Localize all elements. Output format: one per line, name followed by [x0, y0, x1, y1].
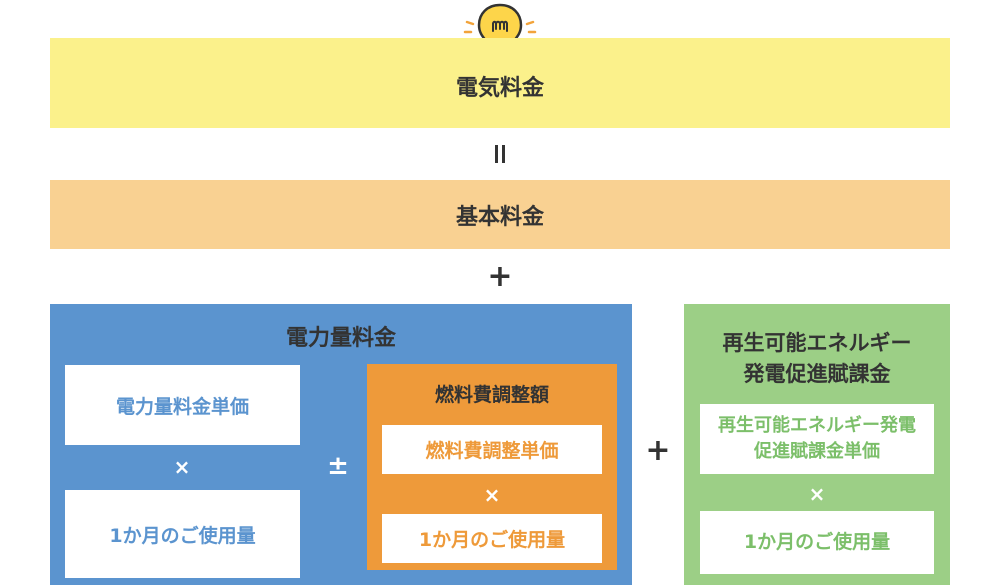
renewable-unit-price-line1: 再生可能エネルギー発電 — [718, 414, 916, 436]
plus-sign-2: + — [645, 432, 671, 468]
fuel-adjustment-title: 燃料費調整額 — [434, 383, 549, 406]
energy-unit-price-label: 電力量料金単価 — [115, 395, 249, 418]
renewable-times-sign: × — [808, 482, 826, 506]
energy-charge-block: 電力量料金 電力量料金単価 × 1か月のご使用量 ± 燃料費調整額 燃料費調整単… — [50, 304, 632, 585]
fuel-usage-box: 1か月のご使用量 — [382, 514, 602, 563]
plus-sign: + — [487, 258, 513, 294]
fuel-usage-label: 1か月のご使用量 — [418, 529, 566, 551]
energy-unit-price-box: 電力量料金単価 — [65, 365, 300, 445]
fuel-unit-price-label: 燃料費調整単価 — [425, 440, 559, 462]
renewable-usage-box: 1か月のご使用量 — [700, 511, 934, 574]
basic-fee-label: 基本料金 — [455, 204, 544, 230]
renewable-title-line1: 再生可能エネルギー — [722, 330, 912, 355]
electricity-bill-label: 電気料金 — [455, 76, 544, 101]
energy-usage-label: 1か月のご使用量 — [109, 524, 256, 547]
renewable-unit-price-line2: 促進賦課金単価 — [754, 441, 880, 462]
equals-symbol-icon — [495, 145, 505, 163]
fuel-unit-price-box: 燃料費調整単価 — [382, 425, 602, 474]
renewable-usage-label: 1か月のご使用量 — [743, 530, 891, 553]
renewable-surcharge-title: 再生可能エネルギー 発電促進賦課金 — [684, 324, 950, 394]
equals-sign: = — [480, 138, 520, 170]
fuel-adjustment-block: 燃料費調整額 燃料費調整単価 × 1か月のご使用量 — [367, 364, 617, 570]
plus-minus-sign: ± — [327, 451, 349, 481]
energy-usage-box: 1か月のご使用量 — [65, 490, 300, 578]
energy-times-sign: × — [173, 455, 191, 479]
electricity-bill-bar: 電気料金 — [50, 38, 950, 128]
energy-charge-title: 電力量料金 — [285, 326, 396, 351]
renewable-surcharge-block: 再生可能エネルギー 発電促進賦課金 再生可能エネルギー発電 促進賦課金単価 × … — [684, 304, 950, 585]
renewable-unit-price-box: 再生可能エネルギー発電 促進賦課金単価 — [700, 404, 934, 474]
basic-fee-bar: 基本料金 — [50, 180, 950, 249]
fuel-times-sign: × — [483, 483, 501, 507]
renewable-title-line2: 発電促進賦課金 — [743, 362, 891, 386]
